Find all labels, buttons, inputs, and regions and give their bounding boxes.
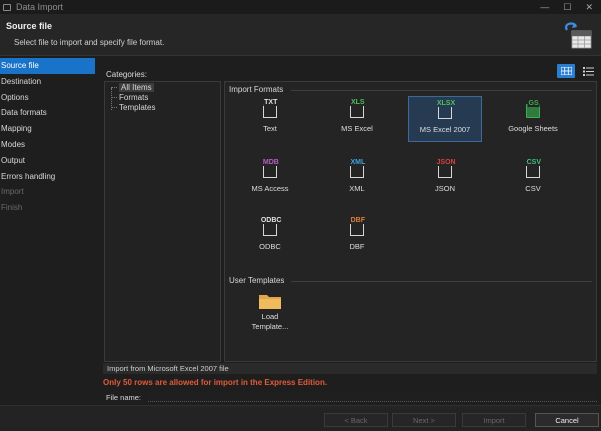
window-controls: — ☐ ✕ bbox=[540, 2, 593, 13]
file-format-icon: XLSX bbox=[435, 100, 457, 119]
format-tile-ms-excel-2007[interactable]: XLSX MS Excel 2007 bbox=[408, 96, 482, 142]
sidebar-item-errors-handling[interactable]: Errors handling bbox=[0, 169, 95, 185]
next-button[interactable]: Next > bbox=[392, 413, 456, 427]
file-name-label: File name: bbox=[106, 393, 142, 402]
page-subtitle: Select file to import and specify file f… bbox=[14, 38, 165, 47]
import-table-icon bbox=[565, 22, 592, 49]
sidebar-item-import: Import bbox=[1, 187, 24, 197]
format-tile-ms-access[interactable]: MDB MS Access bbox=[233, 158, 307, 204]
section-divider bbox=[291, 90, 592, 91]
tree-item-all-items[interactable]: All Items bbox=[111, 83, 154, 92]
close-icon[interactable]: ✕ bbox=[585, 2, 593, 13]
format-description: Import from Microsoft Excel 2007 file bbox=[103, 363, 597, 374]
sidebar-item-modes[interactable]: Modes bbox=[0, 137, 95, 153]
categories-tree: All Items Formats Templates bbox=[104, 81, 221, 362]
format-tile-xml[interactable]: XML XML bbox=[320, 158, 394, 204]
file-format-icon: DBF bbox=[349, 217, 367, 236]
list-view-icon bbox=[582, 66, 594, 76]
page-title: Source file bbox=[6, 21, 53, 31]
format-tile-dbf[interactable]: DBF DBF bbox=[320, 216, 394, 262]
user-templates-heading: User Templates bbox=[229, 276, 285, 285]
file-format-icon: ODBC bbox=[259, 217, 283, 236]
sidebar-item-source-file[interactable]: Source file bbox=[0, 58, 95, 74]
tree-item-formats[interactable]: Formats bbox=[111, 93, 148, 102]
wizard-steps-sidebar: Source file Destination Options Data for… bbox=[0, 58, 95, 358]
format-tile-json[interactable]: JSON JSON bbox=[408, 158, 482, 204]
maximize-icon[interactable]: ☐ bbox=[563, 2, 571, 13]
grid-view-icon bbox=[560, 67, 572, 75]
cancel-button[interactable]: Cancel bbox=[535, 413, 599, 427]
sidebar-item-data-formats[interactable]: Data formats bbox=[0, 105, 95, 121]
title-bar: Data Import — ☐ ✕ bbox=[0, 0, 601, 14]
format-tile-google-sheets[interactable]: GS Google Sheets bbox=[496, 98, 570, 144]
sidebar-item-options[interactable]: Options bbox=[0, 90, 95, 106]
app-icon bbox=[3, 3, 11, 11]
sidebar-item-destination[interactable]: Destination bbox=[0, 74, 95, 90]
formats-panel: Import Formats TXT Text XLS MS Excel XLS… bbox=[224, 81, 597, 362]
format-tile-ms-excel[interactable]: XLS MS Excel bbox=[320, 98, 394, 144]
edition-warning: Only 50 rows are allowed for import in t… bbox=[103, 378, 328, 387]
file-name-input[interactable] bbox=[148, 392, 597, 402]
section-divider bbox=[291, 281, 592, 282]
categories-label: Categories: bbox=[106, 70, 147, 79]
sidebar-item-output[interactable]: Output bbox=[0, 153, 95, 169]
folder-icon bbox=[259, 295, 281, 309]
sidebar-item-finish: Finish bbox=[1, 203, 23, 213]
main-content: Categories: All Items Formats Templates … bbox=[103, 64, 597, 364]
file-format-icon: TXT bbox=[263, 99, 279, 118]
file-format-icon: XML bbox=[349, 159, 367, 178]
format-tile-csv[interactable]: CSV CSV bbox=[496, 158, 570, 204]
import-button[interactable]: Import bbox=[462, 413, 526, 427]
file-format-icon: MDB bbox=[261, 159, 280, 178]
file-format-icon: XLS bbox=[349, 99, 366, 118]
wizard-footer: < Back Next > Import Cancel bbox=[0, 405, 601, 431]
file-format-icon: JSON bbox=[435, 159, 457, 178]
load-template-tile[interactable]: Load Template... bbox=[233, 290, 307, 346]
format-tile-text[interactable]: TXT Text bbox=[233, 98, 307, 144]
large-icons-view-button[interactable] bbox=[557, 64, 575, 78]
wizard-header: Source file Select file to import and sp… bbox=[0, 14, 601, 56]
tree-item-templates[interactable]: Templates bbox=[111, 103, 155, 112]
file-format-icon: CSV bbox=[525, 159, 543, 178]
window-title: Data Import bbox=[16, 2, 64, 12]
back-button[interactable]: < Back bbox=[324, 413, 388, 427]
sidebar-item-mapping[interactable]: Mapping bbox=[0, 121, 95, 137]
list-view-button[interactable] bbox=[579, 64, 597, 78]
import-formats-heading: Import Formats bbox=[229, 85, 284, 94]
view-mode-toggle bbox=[557, 64, 597, 78]
google-sheets-icon: GS bbox=[526, 100, 540, 118]
format-tile-odbc[interactable]: ODBC ODBC bbox=[233, 216, 307, 262]
minimize-icon[interactable]: — bbox=[540, 2, 549, 13]
